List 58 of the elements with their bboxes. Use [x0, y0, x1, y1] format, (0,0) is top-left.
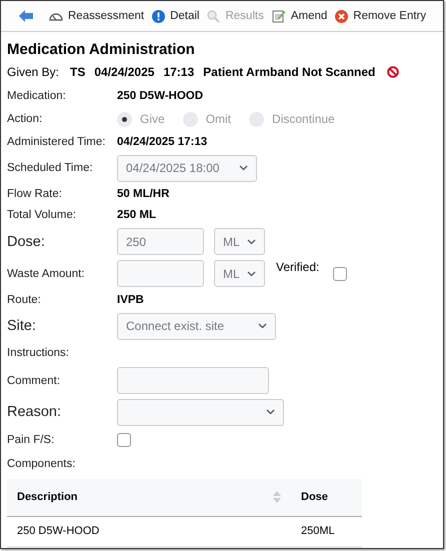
given-by-value: Patient Armband Not Scanned — [203, 65, 376, 79]
form-title: Medication Administration — [7, 41, 196, 58]
select-field[interactable] — [117, 398, 284, 426]
chevron-down-icon — [258, 323, 267, 329]
no-entry-icon — [387, 66, 400, 78]
field-label: Instructions: — [7, 347, 70, 359]
given-by-value: 17:13 — [163, 65, 194, 79]
toolbar-button[interactable]: Amend — [272, 9, 328, 23]
field-label: Scheduled Time: — [7, 162, 94, 174]
field-label: Verified: — [276, 260, 320, 274]
unit-select[interactable]: ML — [214, 260, 265, 287]
remove-icon — [335, 10, 348, 22]
field-label: Waste Amount: — [7, 268, 86, 280]
field-label: Components: — [7, 458, 76, 470]
info-icon — [152, 10, 166, 22]
table-cell: 250ML — [291, 516, 362, 547]
back-arrow-icon[interactable] — [19, 10, 33, 22]
checkbox[interactable] — [333, 266, 348, 280]
toolbar-button[interactable]: Reassessment — [49, 10, 144, 22]
gauge-icon — [49, 11, 63, 21]
given-by-value: TS — [70, 65, 86, 79]
given-by-value: 04/24/2025 — [94, 65, 154, 79]
field-value: IVPB — [117, 294, 144, 306]
field-label: Medication: — [7, 90, 67, 102]
column-header[interactable]: Description — [7, 479, 291, 516]
field-label: Site: — [7, 318, 38, 334]
input-field[interactable] — [117, 367, 269, 394]
checkbox[interactable] — [117, 433, 131, 447]
field-value: 250 ML — [117, 209, 156, 221]
chevron-down-icon — [266, 409, 275, 415]
field-value: 04/24/2025 17:13 — [117, 136, 208, 148]
given-by-label: Given By: — [7, 65, 60, 79]
sort-icon[interactable] — [273, 491, 281, 504]
notepad-pencil-icon — [272, 9, 286, 23]
field-label: Total Volume: — [7, 209, 78, 221]
chevron-down-icon — [247, 270, 256, 276]
table-cell: 250 D5W-HOOD — [7, 516, 291, 547]
chevron-down-icon — [239, 165, 248, 171]
select-field[interactable]: 04/24/2025 18:00 — [117, 154, 257, 182]
column-header[interactable]: Dose — [291, 479, 362, 516]
field-label: Flow Rate: — [7, 188, 63, 200]
field-label: Dose: — [7, 234, 46, 250]
field-value: 50 ML/HR — [117, 188, 170, 200]
field-label: Comment: — [7, 374, 62, 386]
toolbar-button[interactable]: Detail — [152, 10, 200, 22]
field-label: Pain F/S: — [7, 434, 56, 446]
amount-field[interactable] — [117, 260, 204, 287]
field-label: Administered Time: — [7, 136, 106, 148]
amount-field[interactable]: 250 — [117, 228, 204, 255]
field-value: 250 D5W-HOOD — [117, 90, 204, 102]
search-icon — [207, 10, 220, 22]
toolbar-button[interactable]: Remove Entry — [335, 10, 426, 22]
field-label: Route: — [7, 294, 42, 306]
unit-select[interactable]: ML — [214, 228, 265, 255]
chevron-down-icon — [247, 238, 256, 244]
select-field[interactable]: Connect exist. site — [117, 312, 276, 340]
field-label: Reason: — [7, 404, 62, 420]
field-label: Action: — [7, 113, 44, 125]
